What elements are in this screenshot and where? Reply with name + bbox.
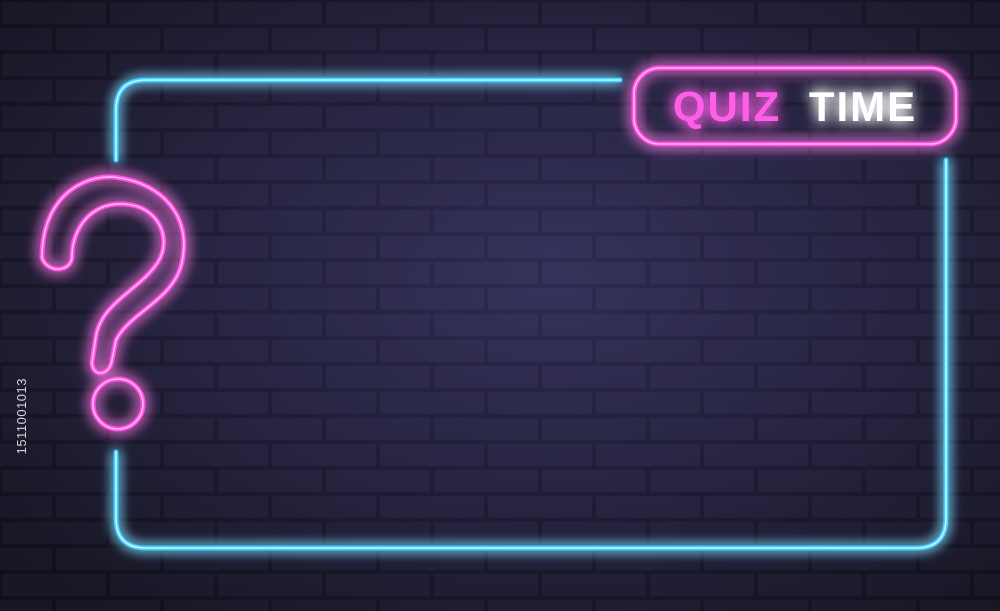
- badge-word-quiz: QUIZ: [673, 83, 781, 130]
- badge-word-time: TIME: [809, 83, 917, 130]
- stock-id-label: 1511001013: [14, 378, 29, 455]
- neon-sign-artwork: QUIZ TIME: [0, 0, 1000, 611]
- neon-sign-scene: QUIZ TIME 1511001013: [0, 0, 1000, 611]
